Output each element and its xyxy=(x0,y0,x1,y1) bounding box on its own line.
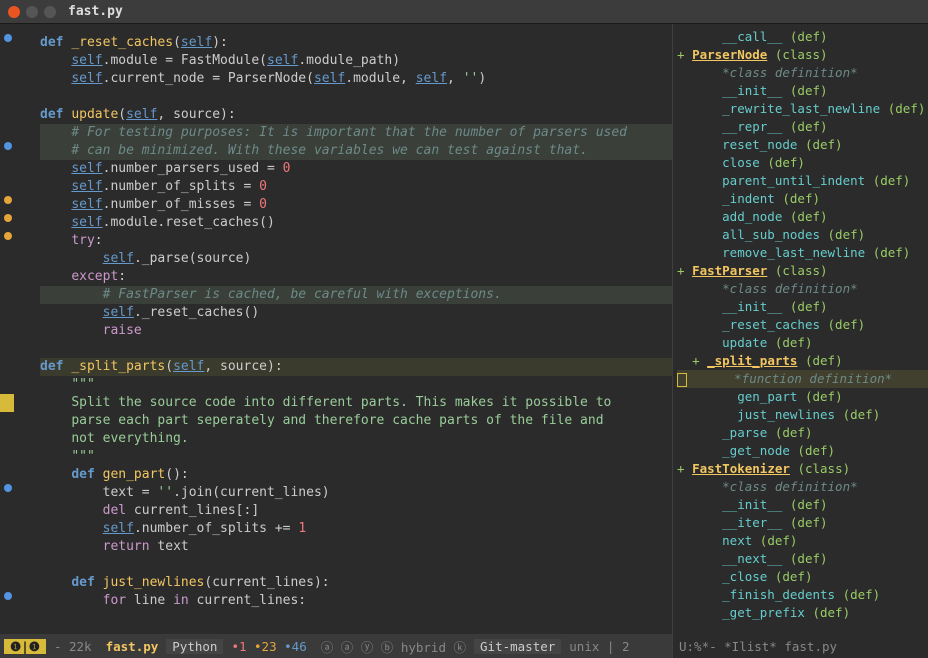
imenu-item[interactable]: close (def) xyxy=(677,154,928,172)
gutter-mark[interactable] xyxy=(4,34,12,42)
code-line[interactable]: for line in current_lines: xyxy=(40,592,672,610)
imenu-item[interactable]: _get_prefix (def) xyxy=(677,604,928,622)
imenu-item[interactable]: gen_part (def) xyxy=(677,388,928,406)
imenu-item[interactable]: _parse (def) xyxy=(677,424,928,442)
modeline-left: ❶|❶ - 22k fast.py Python •1 •23 •46 ⓐ ⓐ … xyxy=(0,634,672,658)
gutter-mark[interactable] xyxy=(4,592,12,600)
code-line[interactable]: self.number_of_splits = 0 xyxy=(40,178,672,196)
code-line[interactable]: Split the source code into different par… xyxy=(40,394,672,412)
imenu-item[interactable]: + FastTokenizer (class) xyxy=(677,460,928,478)
imenu-item[interactable]: __repr__ (def) xyxy=(677,118,928,136)
code-body[interactable]: def _reset_caches(self): self.module = F… xyxy=(18,24,672,610)
code-line[interactable]: self.number_parsers_used = 0 xyxy=(40,160,672,178)
minimize-icon[interactable] xyxy=(26,6,38,18)
imenu-item[interactable]: __init__ (def) xyxy=(677,496,928,514)
code-line[interactable]: self.module = FastModule(self.module_pat… xyxy=(40,52,672,70)
ml-flycheck: •1 •23 •46 xyxy=(225,639,312,654)
modeline: ❶|❶ - 22k fast.py Python •1 •23 •46 ⓐ ⓐ … xyxy=(0,634,928,658)
code-line[interactable]: # can be minimized. With these variables… xyxy=(40,142,672,160)
imenu-item[interactable]: + _split_parts (def) xyxy=(677,352,928,370)
code-line[interactable]: def update(self, source): xyxy=(40,106,672,124)
code-line[interactable]: self.number_of_misses = 0 xyxy=(40,196,672,214)
imenu-item[interactable]: next (def) xyxy=(677,532,928,550)
imenu-item[interactable]: update (def) xyxy=(677,334,928,352)
imenu-item[interactable]: _indent (def) xyxy=(677,190,928,208)
code-line[interactable]: except: xyxy=(40,268,672,286)
imenu-item[interactable]: add_node (def) xyxy=(677,208,928,226)
maximize-icon[interactable] xyxy=(44,6,56,18)
imenu-item[interactable]: __next__ (def) xyxy=(677,550,928,568)
code-line[interactable]: not everything. xyxy=(40,430,672,448)
gutter-mark[interactable] xyxy=(4,142,12,150)
code-line[interactable]: del current_lines[:] xyxy=(40,502,672,520)
gutter[interactable] xyxy=(0,24,18,634)
ml-mode[interactable]: Python xyxy=(166,639,223,654)
imenu-item[interactable]: *class definition* xyxy=(677,280,928,298)
gutter-mark[interactable] xyxy=(4,484,12,492)
ml-pos: - 22k xyxy=(48,639,98,654)
imenu-item[interactable]: __call__ (def) xyxy=(677,28,928,46)
code-line[interactable]: # For testing purposes: It is important … xyxy=(40,124,672,142)
titlebar: fast.py xyxy=(0,0,928,24)
code-line[interactable]: parse each part seperately and therefore… xyxy=(40,412,672,430)
ml-flag: ❶|❶ xyxy=(4,639,46,654)
imenu-item[interactable]: *function definition* xyxy=(677,370,928,388)
imenu-item[interactable]: remove_last_newline (def) xyxy=(677,244,928,262)
code-line[interactable]: def _split_parts(self, source): xyxy=(40,358,672,376)
code-line[interactable] xyxy=(40,556,672,574)
imenu-item[interactable]: _get_node (def) xyxy=(677,442,928,460)
imenu-item[interactable]: *class definition* xyxy=(677,64,928,82)
code-line[interactable] xyxy=(40,340,672,358)
window-title: fast.py xyxy=(68,4,123,19)
ml-file[interactable]: fast.py xyxy=(100,639,165,654)
ml-minor: ⓐ ⓐ ⓨ ⓑ hybrid ⓚ xyxy=(315,637,472,656)
imenu-item[interactable]: just_newlines (def) xyxy=(677,406,928,424)
imenu-item[interactable]: _reset_caches (def) xyxy=(677,316,928,334)
imenu-sidebar[interactable]: __call__ (def)+ ParserNode (class) *clas… xyxy=(672,24,928,634)
imenu-item[interactable]: _rewrite_last_newline (def) xyxy=(677,100,928,118)
code-line[interactable]: return text xyxy=(40,538,672,556)
imenu-item[interactable]: parent_until_indent (def) xyxy=(677,172,928,190)
code-line[interactable]: try: xyxy=(40,232,672,250)
gutter-mark[interactable] xyxy=(4,214,12,222)
code-line[interactable]: self.number_of_splits += 1 xyxy=(40,520,672,538)
code-line[interactable]: def gen_part(): xyxy=(40,466,672,484)
gutter-mark[interactable] xyxy=(4,196,12,204)
window-buttons xyxy=(8,6,56,18)
code-line[interactable]: self.module.reset_caches() xyxy=(40,214,672,232)
code-line[interactable] xyxy=(40,88,672,106)
imenu-item[interactable]: *class definition* xyxy=(677,478,928,496)
close-icon[interactable] xyxy=(8,6,20,18)
code-line[interactable]: self._parse(source) xyxy=(40,250,672,268)
gutter-mark[interactable] xyxy=(4,232,12,240)
code-line[interactable]: """ xyxy=(40,376,672,394)
cursor-box-icon xyxy=(677,373,687,387)
imenu-item[interactable]: _finish_dedents (def) xyxy=(677,586,928,604)
imenu-item[interactable]: __init__ (def) xyxy=(677,298,928,316)
imenu-item[interactable]: + ParserNode (class) xyxy=(677,46,928,64)
code-line[interactable]: self.current_node = ParserNode(self.modu… xyxy=(40,70,672,88)
code-editor[interactable]: def _reset_caches(self): self.module = F… xyxy=(0,24,672,634)
code-line[interactable]: # FastParser is cached, be careful with … xyxy=(40,286,672,304)
imenu-item[interactable]: + FastParser (class) xyxy=(677,262,928,280)
imenu-item[interactable]: _close (def) xyxy=(677,568,928,586)
code-line[interactable]: text = ''.join(current_lines) xyxy=(40,484,672,502)
code-line[interactable]: def just_newlines(current_lines): xyxy=(40,574,672,592)
code-line[interactable]: raise xyxy=(40,322,672,340)
code-line[interactable]: self._reset_caches() xyxy=(40,304,672,322)
code-line[interactable]: def _reset_caches(self): xyxy=(40,34,672,52)
imenu-item[interactable]: __init__ (def) xyxy=(677,82,928,100)
main-area: def _reset_caches(self): self.module = F… xyxy=(0,24,928,634)
code-line[interactable]: """ xyxy=(40,448,672,466)
modeline-right: U:%*- *Ilist* fast.py xyxy=(672,634,928,658)
ml-enc: unix | 2 xyxy=(563,639,635,654)
ml-vcs: Git-master xyxy=(474,639,561,654)
imenu-item[interactable]: all_sub_nodes (def) xyxy=(677,226,928,244)
cursor-indicator xyxy=(0,394,14,412)
imenu-item[interactable]: reset_node (def) xyxy=(677,136,928,154)
imenu-item[interactable]: __iter__ (def) xyxy=(677,514,928,532)
